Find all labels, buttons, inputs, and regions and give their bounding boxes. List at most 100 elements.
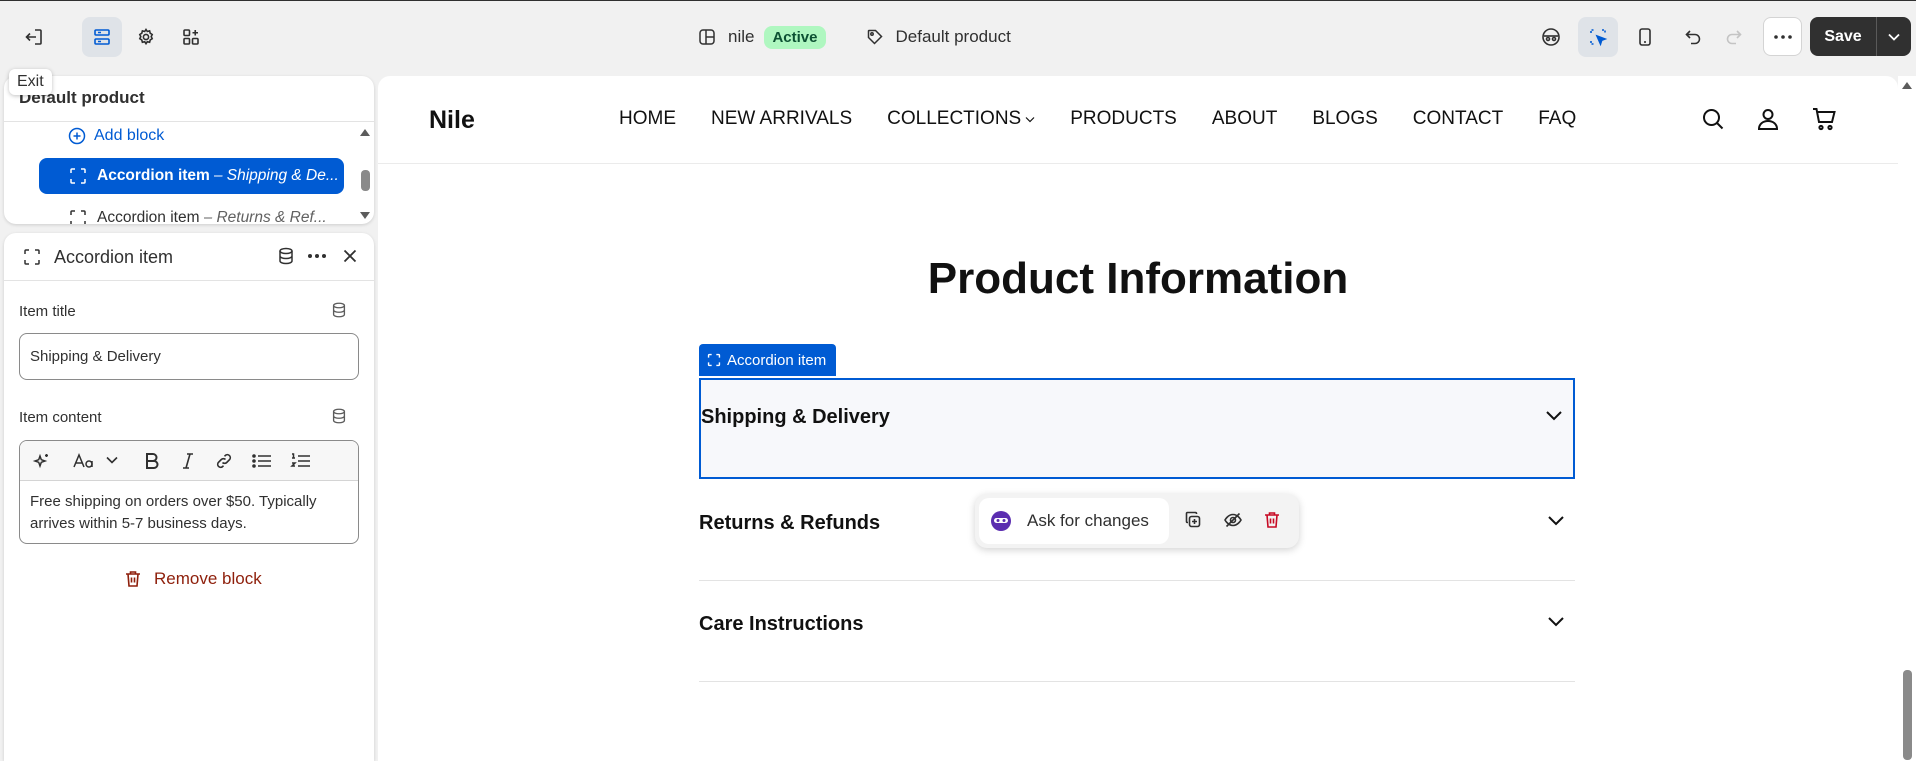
chevron-down-icon [1546,411,1562,421]
tree-item-shipping[interactable]: Accordion item – Shipping & De... [39,158,344,194]
block-icon [24,249,40,265]
chevron-down-icon [1025,116,1035,122]
database-icon[interactable] [330,407,348,425]
template-selector[interactable]: Default product [866,27,1011,47]
close-icon[interactable] [340,246,360,266]
exit-button[interactable] [14,17,54,57]
apps-button[interactable] [171,17,211,57]
bold-icon[interactable] [143,451,161,471]
selected-block-tag[interactable]: Accordion item [699,344,837,376]
block-icon [707,353,721,367]
accordion-title: Care Instructions [699,613,864,635]
sections-button[interactable] [82,17,122,57]
accordion-title: Returns & Refunds [699,512,881,534]
inspector-button[interactable] [1578,17,1618,57]
sidekick-icon [991,511,1011,531]
nav-link-faq[interactable]: FAQ [1538,108,1576,130]
nav-link-home[interactable]: HOME [619,108,676,130]
item-content-label: Item content [19,409,102,426]
database-icon[interactable] [330,301,348,319]
chevron-down-icon[interactable] [106,456,118,464]
item-content-editor[interactable]: Free shipping on orders over $50. Typica… [19,440,359,544]
item-title-input[interactable] [19,333,359,380]
accordion-title: Shipping & Delivery [701,406,890,428]
remove-block-button[interactable]: Remove block [124,567,262,591]
database-icon[interactable] [276,246,296,266]
scroll-up-icon [360,129,370,136]
tag-icon [867,29,883,45]
redo-icon [1726,30,1742,45]
sidekick-icon [1542,28,1560,46]
item-content-text[interactable]: Free shipping on orders over $50. Typica… [20,481,358,543]
preview-scroll-thumb[interactable] [1903,670,1912,760]
redo-button[interactable] [1714,17,1754,57]
accordion-item-shipping[interactable]: Shipping & Delivery [699,378,1575,479]
nav-link-collections[interactable]: COLLECTIONS [887,108,1035,130]
sidekick-button[interactable] [1531,17,1571,57]
item-title-label: Item title [19,303,76,320]
chevron-down-icon [1548,617,1564,627]
font-size-icon[interactable] [72,451,96,471]
theme-settings-button[interactable] [126,17,166,57]
nav-link-products[interactable]: PRODUCTS [1070,108,1177,130]
gear-icon [138,28,154,46]
tree-item-returns[interactable]: Accordion item – Returns & Ref... [39,200,344,224]
store-logo[interactable]: Nile [429,106,475,135]
preview-scrollbar[interactable] [1898,76,1916,761]
scroll-up-icon [1902,82,1912,89]
layout-icon [699,29,715,45]
save-group: Save [1810,17,1911,56]
section-heading: Product Information [927,254,1349,303]
top-bar: Exit nile Active Default product Save [0,0,1916,95]
italic-icon[interactable] [180,451,196,471]
settings-header: Accordion item [4,233,374,281]
settings-title: Accordion item [54,247,174,267]
search-icon[interactable] [1700,106,1726,132]
bullet-list-icon[interactable] [251,451,273,471]
tree-item-sub: – Returns & Ref... [203,209,327,224]
remove-block-label: Remove block [154,569,262,588]
block-tag-label: Accordion item [727,351,827,369]
tree-item-label: Accordion item [97,167,210,184]
store-preview: Nile HOME NEW ARRIVALS COLLECTIONS PRODU… [378,76,1898,761]
add-block-button[interactable]: Add block [68,124,164,148]
add-block-label: Add block [94,127,165,144]
ask-for-changes-button[interactable]: Ask for changes [979,498,1169,544]
trash-icon[interactable] [1263,510,1281,530]
store-name[interactable]: nile [728,27,754,47]
main-nav: HOME NEW ARRIVALS COLLECTIONS PRODUCTS A… [619,108,1576,130]
ask-for-changes-label: Ask for changes [1027,511,1149,530]
duplicate-icon[interactable] [1183,510,1203,530]
magic-icon[interactable] [32,451,52,471]
link-icon[interactable] [214,451,234,471]
accordion-item-care[interactable]: Care Instructions [699,582,1575,682]
rte-toolbar [20,441,358,481]
status-badge: Active [764,25,826,49]
nav-link-contact[interactable]: CONTACT [1413,108,1503,130]
store-header: Nile HOME NEW ARRIVALS COLLECTIONS PRODU… [378,76,1898,164]
nav-link-new-arrivals[interactable]: NEW ARRIVALS [711,108,852,130]
chevron-down-icon [1548,516,1564,526]
more-actions-button[interactable] [1763,17,1802,56]
nav-link-blogs[interactable]: BLOGS [1312,108,1377,130]
template-name: Default product [895,27,1011,46]
cart-icon[interactable] [1811,106,1837,132]
block-icon [70,210,86,224]
block-icon [70,168,86,184]
user-icon[interactable] [1755,106,1781,132]
exit-tooltip: Exit [9,69,52,95]
divider [4,121,374,122]
save-options-button[interactable] [1877,17,1911,56]
nav-link-about[interactable]: ABOUT [1212,108,1277,130]
undo-button[interactable] [1673,17,1713,57]
hide-icon[interactable] [1223,510,1243,530]
numbered-list-icon[interactable] [290,451,312,471]
tree-item-label: Accordion item [97,209,200,224]
more-icon[interactable] [306,246,328,266]
tree-scroll-thumb[interactable] [361,170,370,191]
mobile-preview-button[interactable] [1625,17,1665,57]
save-button[interactable]: Save [1810,17,1877,56]
mobile-icon [1639,28,1651,46]
tree-scrollbar[interactable] [358,126,370,222]
block-tree-panel: Default product Add block Accordion item… [4,76,374,224]
